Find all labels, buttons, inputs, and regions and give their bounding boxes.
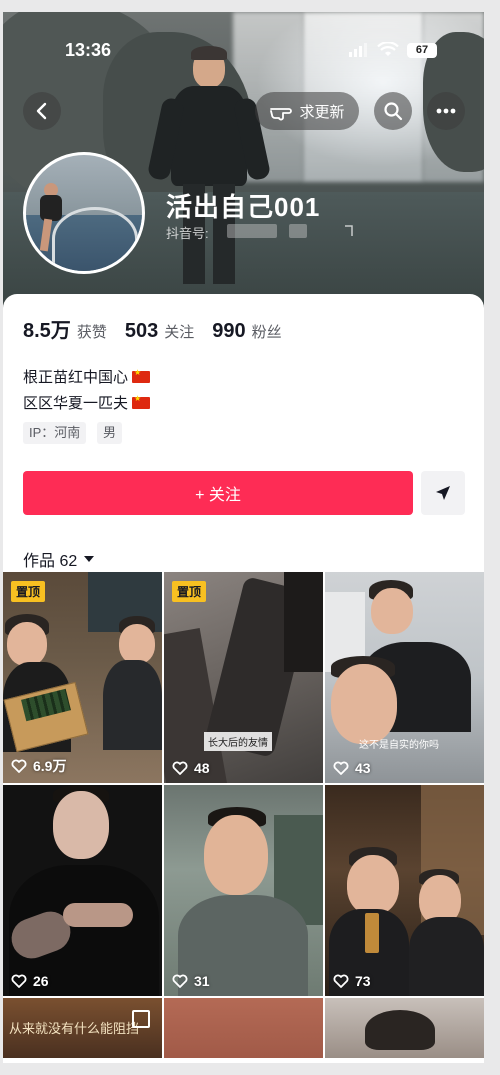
cover-image: 13:36 67 求更新 活出自己001 抖音号: (3, 12, 484, 312)
search-button[interactable] (374, 92, 412, 130)
video-likes: 26 (11, 973, 49, 989)
pinned-badge: 置顶 (11, 581, 46, 602)
bio-line: 区区华夏一匹夫 (23, 392, 151, 413)
video-caption: 从来就没有什么能阻挡 (9, 1021, 140, 1036)
douyin-id-label: 抖音号: (166, 226, 209, 241)
video-caption: 长大后的友情 (204, 732, 272, 751)
video-likes: 31 (172, 973, 210, 989)
tab-works[interactable]: 作品 62 (23, 547, 95, 571)
battery-icon: 67 (407, 42, 437, 58)
heart-icon (333, 974, 349, 988)
video-likes: 48 (172, 760, 210, 776)
stat-likes[interactable]: 8.5万 获赞 (23, 314, 107, 343)
video-likes: 43 (333, 760, 371, 776)
heart-icon (172, 974, 188, 988)
pinned-badge: 置顶 (172, 581, 207, 602)
more-button[interactable] (427, 92, 465, 130)
ip-location-tag: IP：河南 (23, 422, 87, 444)
back-icon (36, 102, 47, 120)
china-flag-icon (132, 394, 151, 409)
stats-row: 8.5万 获赞 503 关注 990 粉丝 (23, 314, 282, 343)
stat-following[interactable]: 503 关注 (125, 320, 194, 343)
back-button[interactable] (23, 92, 61, 130)
heart-icon (11, 759, 27, 773)
video-thumbnail[interactable] (164, 998, 323, 1058)
video-thumbnail[interactable] (325, 998, 484, 1058)
redacted-id (227, 224, 277, 238)
gender-tag: 男 (97, 422, 123, 444)
status-icons: 67 (349, 42, 437, 58)
more-icon (436, 108, 456, 114)
pointing-hand-icon (270, 108, 293, 121)
nickname: 活出自己001 (166, 192, 321, 222)
video-likes: 6.9万 (11, 756, 66, 776)
multi-image-icon (132, 1010, 150, 1028)
video-thumbnail[interactable]: 置顶 长大后的友情 48 (164, 572, 323, 783)
search-icon (384, 102, 403, 121)
video-thumbnail[interactable]: 从来就没有什么能阻挡 (3, 998, 162, 1058)
douyin-id: 抖音号: (166, 223, 209, 242)
follow-button[interactable]: + 关注 (23, 471, 413, 515)
china-flag-icon (132, 368, 151, 383)
send-icon (436, 486, 450, 500)
cover-person (146, 46, 272, 296)
status-time: 13:36 (65, 40, 112, 60)
video-thumbnail[interactable]: 这不是自实的你吗 43 (325, 572, 484, 783)
video-thumbnail[interactable]: 置顶 6.9万 (3, 572, 162, 783)
profile-screen: 13:36 67 求更新 活出自己001 抖音号: 8.5万 获赞 503 关注… (3, 12, 484, 1063)
qr-code-icon[interactable] (343, 224, 355, 238)
heart-icon (172, 761, 188, 775)
stat-followers[interactable]: 990 粉丝 (212, 320, 281, 343)
request-update-button[interactable]: 求更新 (255, 92, 359, 130)
bio-line: 根正苗红中国心 (23, 366, 151, 387)
video-thumbnail[interactable]: 31 (164, 785, 323, 996)
wifi-icon (377, 42, 399, 56)
heart-icon (11, 974, 27, 988)
video-thumbnail[interactable]: 73 (325, 785, 484, 996)
share-button[interactable] (421, 471, 465, 515)
video-grid: 置顶 6.9万 置顶 长大后的友情 48 这不是自实的你吗 43 26 31 7… (3, 572, 484, 1058)
redacted-id (289, 224, 307, 238)
video-likes: 73 (333, 973, 371, 989)
caret-down-icon (84, 556, 95, 562)
video-thumbnail[interactable]: 26 (3, 785, 162, 996)
video-caption: 这不是自实的你吗 (359, 740, 439, 751)
heart-icon (333, 761, 349, 775)
signal-icon (349, 43, 367, 57)
avatar[interactable] (23, 152, 145, 274)
profile-card: 8.5万获赞 503关注 990粉丝 根正苗红中国心 区区华夏一匹夫 IP：河南… (3, 294, 484, 584)
request-update-label: 求更新 (299, 103, 345, 121)
